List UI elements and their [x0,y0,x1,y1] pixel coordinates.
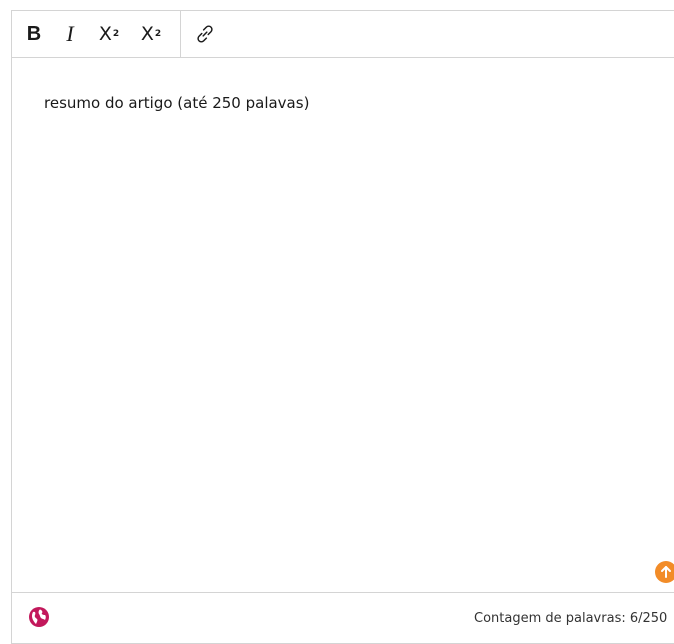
editor-text: resumo do artigo (até 250 palavas) [44,94,310,112]
superscript-base: X [98,23,112,45]
bold-button[interactable]: B [16,14,52,54]
globe-icon [29,607,49,627]
resize-handle[interactable] [655,561,674,583]
superscript-mark: 2 [112,29,120,39]
subscript-button[interactable]: X2 [130,14,172,54]
subscript-mark: 2 [154,29,162,39]
link-button[interactable] [185,14,225,54]
superscript-button[interactable]: X2 [88,14,130,54]
globe-button[interactable] [28,606,50,628]
word-count: Contagem de palavras: 6/250 [474,611,668,626]
editor-toolbar: B I X2 X2 [12,11,674,58]
arrow-up-icon [661,566,671,578]
format-group: B I X2 X2 [12,11,181,57]
subscript-base: X [140,23,154,45]
rich-text-editor: B I X2 X2 resumo do artigo (até 250 pala… [11,10,674,644]
link-icon [197,25,213,43]
italic-button[interactable]: I [52,14,88,54]
link-group [181,11,225,57]
editor-content-area[interactable]: resumo do artigo (até 250 palavas) [12,58,674,592]
editor-footer: Contagem de palavras: 6/250 [12,592,674,644]
